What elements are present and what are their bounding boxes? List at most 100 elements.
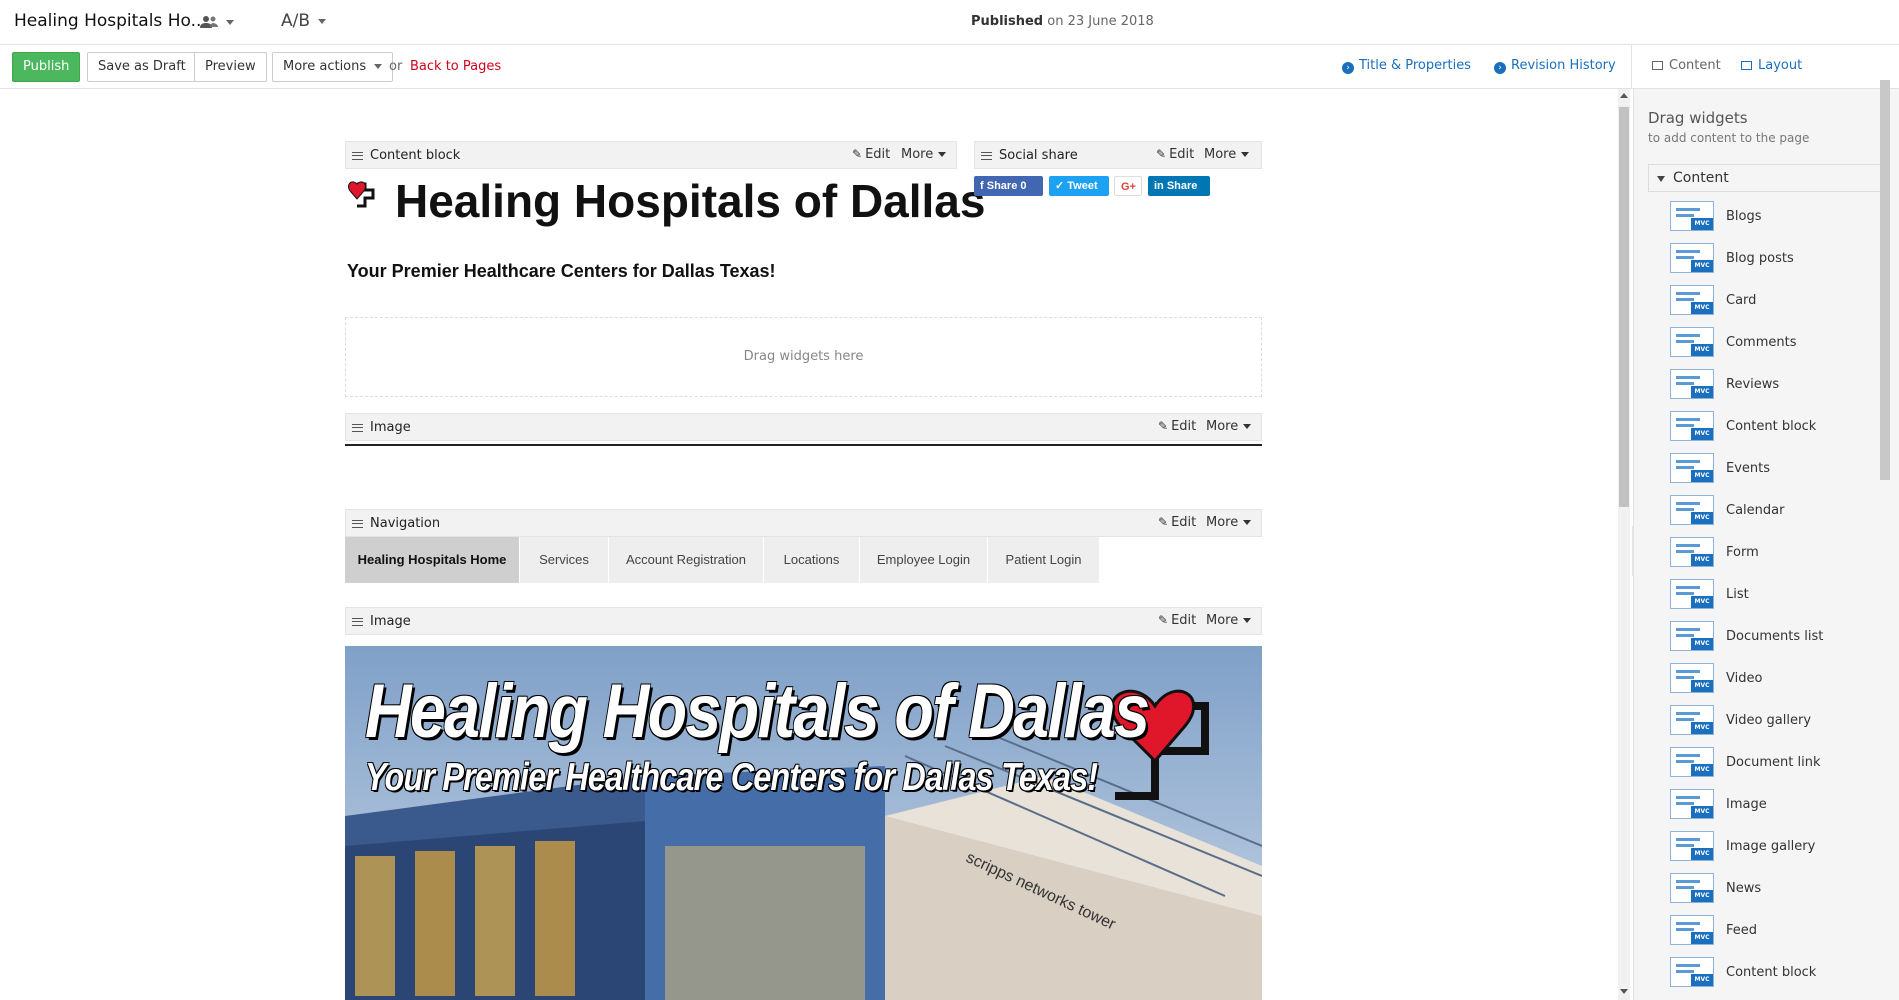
google-plus-button[interactable]: G+: [1114, 176, 1142, 196]
content-section-toggle[interactable]: Content: [1648, 164, 1881, 192]
edit-button[interactable]: ✎ Edit: [1158, 515, 1196, 530]
edit-button[interactable]: ✎ Edit: [1158, 419, 1196, 434]
widget-drop-zone[interactable]: Drag widgets here: [345, 317, 1262, 397]
mvc-tag: MVC: [1691, 722, 1713, 734]
more-dropdown[interactable]: More: [1204, 147, 1250, 162]
nav-item-locations[interactable]: Locations: [764, 537, 860, 583]
preview-button[interactable]: Preview: [194, 52, 267, 82]
edit-label: Edit: [865, 147, 891, 162]
sidebar-title: Drag widgets: [1648, 109, 1748, 127]
content-mode-toggle[interactable]: Content: [1652, 58, 1721, 73]
content-block-widget-header[interactable]: Content block ✎ Edit More: [345, 141, 957, 169]
mvc-tag: MVC: [1691, 302, 1713, 314]
scrollbar-thumb[interactable]: [1880, 80, 1890, 480]
twitter-tweet-button[interactable]: ✓ Tweet: [1049, 176, 1109, 196]
drag-handle-icon[interactable]: [352, 424, 363, 432]
image-gallery-widget-icon: MVC: [1670, 831, 1714, 861]
more-dropdown[interactable]: More: [1206, 515, 1252, 530]
edit-button[interactable]: ✎ Edit: [852, 147, 890, 162]
drag-handle-icon[interactable]: [352, 520, 363, 528]
image-widget-header[interactable]: Image ✎ Edit More: [345, 413, 1262, 441]
widget-item-video-gallery[interactable]: MVC Video gallery: [1670, 705, 1870, 737]
widget-item-comments[interactable]: MVC Comments: [1670, 327, 1870, 359]
ab-label: A/B: [281, 11, 311, 31]
scrollbar-thumb[interactable]: [1619, 107, 1629, 507]
widget-item-calendar[interactable]: MVC Calendar: [1670, 495, 1870, 527]
widget-item-label: Documents list: [1726, 629, 1824, 644]
mvc-tag: MVC: [1691, 680, 1713, 692]
nav-item-services[interactable]: Services: [520, 537, 609, 583]
canvas-scrollbar[interactable]: [1618, 89, 1630, 1000]
nav-item-employee-login[interactable]: Employee Login: [860, 537, 988, 583]
back-to-pages-link[interactable]: Back to Pages: [410, 59, 501, 74]
widget-item-label: Content block: [1726, 965, 1817, 980]
google-plus-icon: G+: [1121, 181, 1136, 193]
image-widget-header[interactable]: Image ✎ Edit More: [345, 607, 1262, 635]
scroll-down-icon[interactable]: [1620, 989, 1628, 994]
drag-handle-icon[interactable]: [352, 618, 363, 626]
page-title[interactable]: Healing Hospitals Ho...: [14, 11, 207, 31]
blog-posts-widget-icon: MVC: [1670, 243, 1714, 273]
widget-item-label: Blog posts: [1726, 251, 1794, 266]
pencil-icon: ✎: [1158, 419, 1169, 433]
widget-item-events[interactable]: MVC Events: [1670, 453, 1870, 485]
ab-test-dropdown[interactable]: A/B: [281, 11, 327, 31]
linkedin-share-button[interactable]: in Share: [1148, 176, 1210, 196]
widget-title: Content block: [370, 148, 461, 163]
mvc-tag: MVC: [1691, 806, 1713, 818]
published-date: on 23 June 2018: [1047, 14, 1154, 29]
scroll-up-icon[interactable]: [1620, 93, 1628, 98]
widget-item-video[interactable]: MVC Video: [1670, 663, 1870, 695]
mvc-tag: MVC: [1691, 260, 1713, 272]
news-widget-icon: MVC: [1670, 873, 1714, 903]
widget-item-content-block[interactable]: MVC Content block: [1670, 411, 1870, 443]
nav-item-patient-login[interactable]: Patient Login: [988, 537, 1100, 583]
widget-item-news[interactable]: MVC News: [1670, 873, 1870, 905]
widget-item-label: Image gallery: [1726, 839, 1816, 854]
layout-mode-toggle[interactable]: Layout: [1741, 58, 1802, 73]
widget-item-document-link[interactable]: MVC Document link: [1670, 747, 1870, 779]
widget-item-blog-posts[interactable]: MVC Blog posts: [1670, 243, 1870, 275]
widget-item-list[interactable]: MVC List: [1670, 579, 1870, 611]
mvc-tag: MVC: [1691, 428, 1713, 440]
edit-label: Edit: [1171, 613, 1197, 628]
drag-handle-icon[interactable]: [981, 152, 992, 160]
edit-button[interactable]: ✎ Edit: [1158, 613, 1196, 628]
personalization-dropdown[interactable]: [200, 12, 234, 31]
save-draft-button[interactable]: Save as Draft: [87, 52, 197, 82]
title-properties-link[interactable]: › Title & Properties: [1342, 58, 1471, 74]
more-actions-dropdown[interactable]: More actions: [272, 52, 394, 82]
widget-item-image-gallery[interactable]: MVC Image gallery: [1670, 831, 1870, 863]
nav-item-account-registration[interactable]: Account Registration: [609, 537, 764, 583]
calendar-widget-icon: MVC: [1670, 495, 1714, 525]
page-subheading: Your Premier Healthcare Centers for Dall…: [347, 261, 776, 281]
more-dropdown[interactable]: More: [1206, 613, 1252, 628]
navigation-widget-header[interactable]: Navigation ✎ Edit More: [345, 509, 1262, 537]
more-dropdown[interactable]: More: [1206, 419, 1252, 434]
widget-item-content-block[interactable]: MVC Content block: [1670, 957, 1870, 989]
chevron-down-icon: [374, 64, 383, 69]
sidebar-scrollbar[interactable]: [1880, 80, 1890, 480]
form-widget-icon: MVC: [1670, 537, 1714, 567]
more-dropdown[interactable]: More: [901, 147, 947, 162]
mvc-tag: MVC: [1691, 344, 1713, 356]
widget-item-reviews[interactable]: MVC Reviews: [1670, 369, 1870, 401]
revision-history-link[interactable]: › Revision History: [1494, 58, 1616, 74]
documents-list-widget-icon: MVC: [1670, 621, 1714, 651]
content-icon: [1652, 61, 1663, 70]
more-label: More: [1206, 419, 1239, 434]
nav-item-home[interactable]: Healing Hospitals Home: [345, 537, 520, 583]
publish-button[interactable]: Publish: [12, 52, 81, 82]
edit-button[interactable]: ✎ Edit: [1156, 147, 1194, 162]
social-share-widget-header[interactable]: Social share ✎ Edit More: [974, 141, 1262, 169]
blogs-widget-icon: MVC: [1670, 201, 1714, 231]
widget-item-feed[interactable]: MVC Feed: [1670, 915, 1870, 947]
widget-item-image[interactable]: MVC Image: [1670, 789, 1870, 821]
widget-item-blogs[interactable]: MVC Blogs: [1670, 201, 1870, 233]
drag-handle-icon[interactable]: [352, 152, 363, 160]
widget-item-form[interactable]: MVC Form: [1670, 537, 1870, 569]
widget-item-card[interactable]: MVC Card: [1670, 285, 1870, 317]
facebook-share-button[interactable]: f Share 0: [974, 176, 1043, 196]
widget-item-documents-list[interactable]: MVC Documents list: [1670, 621, 1870, 653]
widget-item-label: Events: [1726, 461, 1771, 476]
